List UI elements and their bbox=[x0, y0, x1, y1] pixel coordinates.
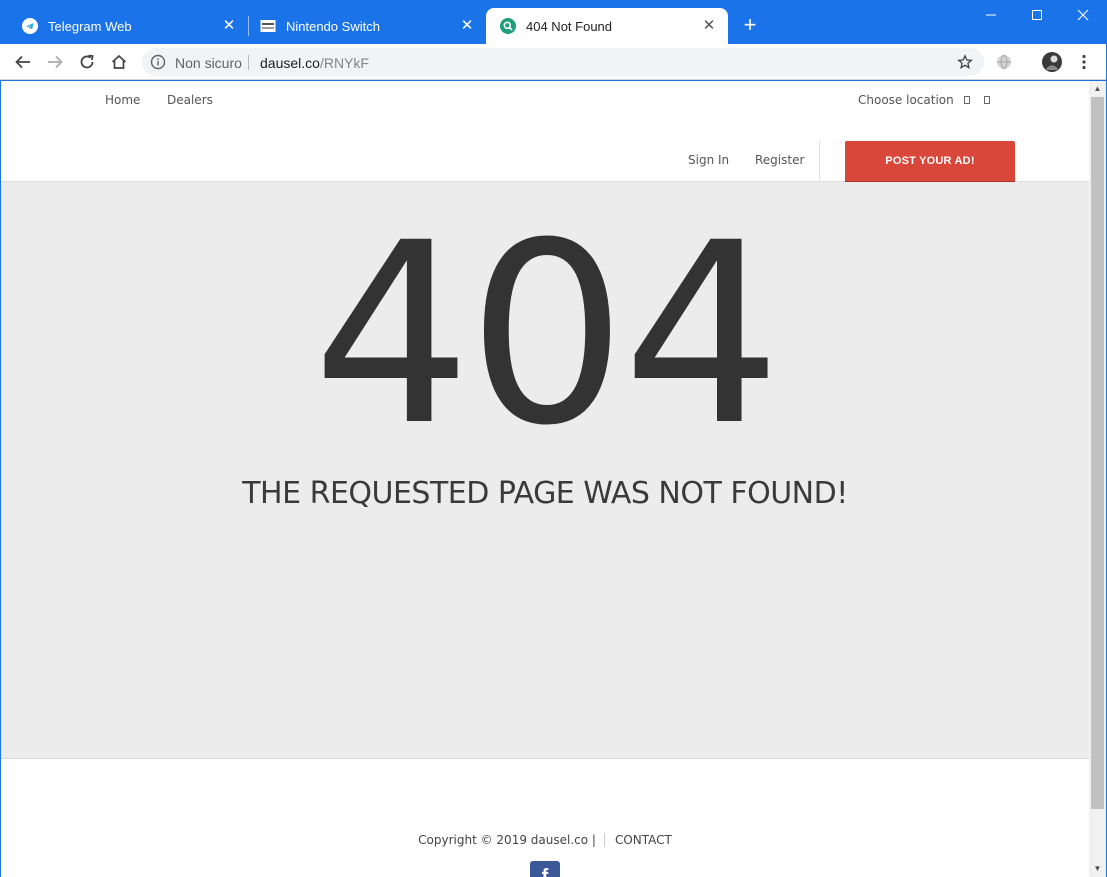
tab-title: Nintendo Switch bbox=[286, 18, 380, 34]
address-bar[interactable]: Non sicuro dausel.co/RNYkF bbox=[142, 48, 984, 76]
header-divider bbox=[819, 141, 820, 181]
contact-link[interactable]: CONTACT bbox=[615, 833, 672, 847]
error-message: THE REQUESTED PAGE WAS NOT FOUND! bbox=[242, 476, 848, 511]
tab-404-not-found[interactable]: 404 Not Found ✕ bbox=[486, 8, 728, 44]
tab-nintendo-switch[interactable]: Nintendo Switch ✕ bbox=[248, 8, 486, 44]
info-icon[interactable] bbox=[150, 54, 166, 70]
footer-divider bbox=[603, 833, 605, 847]
post-your-ad-button[interactable]: POST YOUR AD! bbox=[845, 141, 1015, 181]
telegram-icon bbox=[22, 18, 38, 34]
register-link[interactable]: Register bbox=[755, 153, 804, 167]
page-icon bbox=[260, 18, 276, 34]
nav-dealers-link[interactable]: Dealers bbox=[167, 93, 213, 107]
facebook-icon[interactable]: f bbox=[530, 861, 560, 877]
sign-in-link[interactable]: Sign In bbox=[688, 153, 729, 167]
url-path: /RNYkF bbox=[319, 55, 369, 71]
back-icon[interactable] bbox=[11, 50, 35, 74]
url-text[interactable]: dausel.co/RNYkF bbox=[260, 55, 369, 71]
security-label[interactable]: Non sicuro bbox=[175, 55, 242, 71]
browser-toolbar: Non sicuro dausel.co/RNYkF bbox=[0, 44, 1107, 80]
url-host: dausel.co bbox=[260, 55, 320, 71]
home-icon[interactable] bbox=[107, 50, 131, 74]
scrollbar-thumb[interactable] bbox=[1091, 97, 1104, 809]
tab-title: Telegram Web bbox=[48, 18, 132, 34]
search-favicon bbox=[500, 18, 516, 34]
close-tab-icon[interactable]: ✕ bbox=[220, 17, 238, 35]
maximize-icon[interactable] bbox=[1014, 0, 1060, 30]
bookmark-star-icon[interactable] bbox=[957, 54, 973, 70]
page-scrollbar[interactable]: ▲ ▼ bbox=[1089, 81, 1106, 877]
caret-down-icon bbox=[983, 96, 990, 104]
error-code: 404 bbox=[312, 189, 781, 480]
copyright-text: Copyright © 2019 dausel.co | bbox=[418, 833, 596, 847]
close-tab-icon[interactable]: ✕ bbox=[458, 17, 476, 35]
scroll-up-icon[interactable]: ▲ bbox=[1089, 81, 1106, 97]
close-window-icon[interactable] bbox=[1060, 0, 1106, 30]
minimize-icon[interactable] bbox=[968, 0, 1014, 30]
avatar[interactable] bbox=[1040, 50, 1064, 74]
close-tab-icon[interactable]: ✕ bbox=[700, 17, 718, 35]
choose-location-label: Choose location bbox=[858, 93, 954, 107]
site-footer: Copyright © 2019 dausel.co | CONTACT f bbox=[1, 760, 1089, 877]
address-divider bbox=[248, 55, 249, 70]
browser-titlebar: Telegram Web ✕ Nintendo Switch ✕ 404 Not… bbox=[0, 0, 1107, 44]
choose-location-dropdown[interactable]: Choose location bbox=[858, 93, 990, 107]
extension-globe-icon[interactable] bbox=[992, 50, 1016, 74]
nav-home-link[interactable]: Home bbox=[105, 93, 140, 107]
tab-telegram-web[interactable]: Telegram Web ✕ bbox=[0, 8, 248, 44]
page-viewport: Home Dealers Choose location Sign In Reg… bbox=[1, 81, 1089, 877]
footer-copyright-row: Copyright © 2019 dausel.co | CONTACT bbox=[1, 833, 1089, 847]
menu-kebab-icon[interactable] bbox=[1072, 50, 1096, 74]
reload-icon[interactable] bbox=[75, 50, 99, 74]
new-tab-icon[interactable]: + bbox=[738, 13, 762, 37]
scroll-down-icon[interactable]: ▼ bbox=[1089, 861, 1106, 877]
tab-title: 404 Not Found bbox=[526, 18, 613, 34]
error-section: 404 THE REQUESTED PAGE WAS NOT FOUND! bbox=[1, 182, 1089, 759]
forward-icon[interactable] bbox=[43, 50, 67, 74]
location-pin-icon bbox=[963, 96, 970, 104]
site-header: Home Dealers Choose location Sign In Reg… bbox=[1, 81, 1089, 182]
